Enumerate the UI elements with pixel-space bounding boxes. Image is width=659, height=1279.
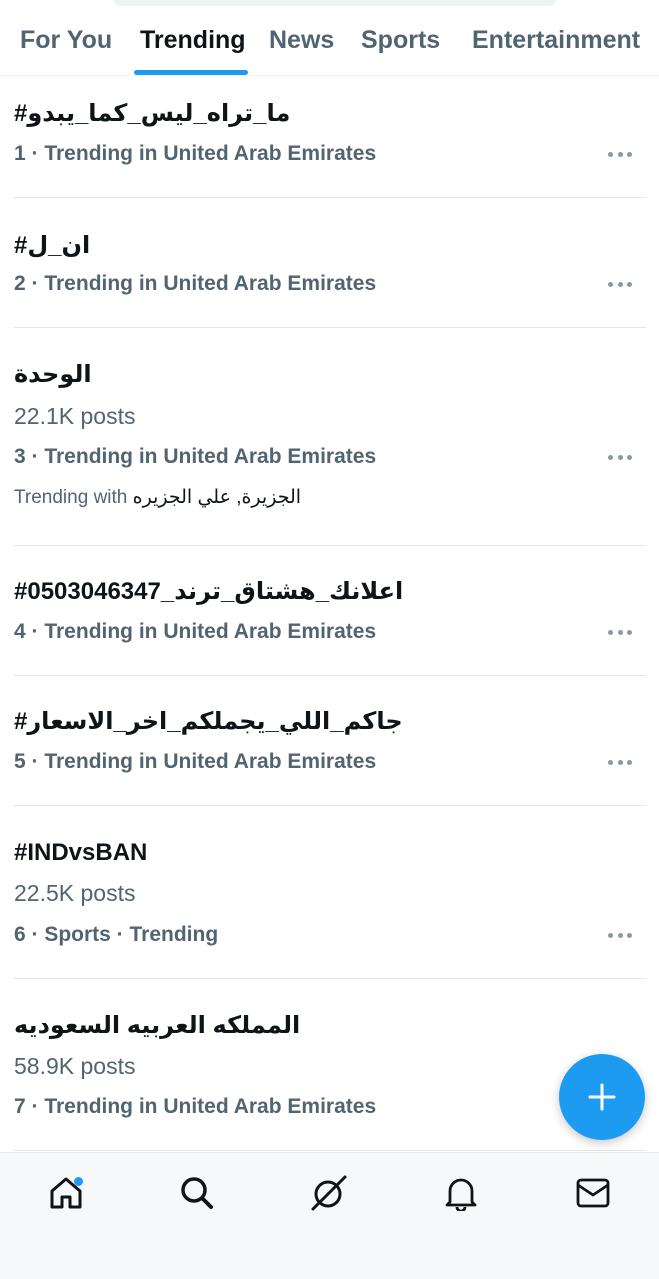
mail-icon: [576, 1178, 610, 1208]
trend-post-count: 22.5K posts: [14, 880, 136, 906]
more-options-icon[interactable]: [608, 451, 632, 463]
more-options-icon[interactable]: [608, 929, 632, 941]
trend-item[interactable]: #ان_ل 2 · Trending in United Arab Emirat…: [14, 198, 646, 328]
grok-icon: [311, 1175, 347, 1211]
active-tab-indicator: [134, 70, 248, 75]
trend-title: #اعلانك_هشتاق_ترند_0503046347: [14, 578, 404, 605]
nav-grok[interactable]: [299, 1171, 359, 1215]
tab-news[interactable]: News: [269, 26, 334, 55]
nav-home[interactable]: [36, 1171, 96, 1215]
trend-context: 2 · Trending in United Arab Emirates: [14, 272, 377, 295]
notification-dot: [74, 1177, 83, 1186]
more-options-icon[interactable]: [608, 148, 632, 160]
trend-title: المملكه العربيه السعوديه: [14, 1012, 301, 1039]
compose-button[interactable]: [559, 1054, 645, 1140]
explore-tabs: For You Trending News Sports Entertainme…: [0, 0, 659, 76]
trend-post-count: 22.1K posts: [14, 403, 136, 429]
more-options-icon[interactable]: [608, 278, 632, 290]
trending-with-names[interactable]: الجزيرة, علي الجزيره: [133, 487, 301, 508]
plus-icon: [588, 1083, 616, 1111]
search-icon: [181, 1177, 213, 1209]
trend-title: الوحدة: [14, 361, 92, 388]
trend-item[interactable]: #اعلانك_هشتاق_ترند_0503046347 4 · Trendi…: [14, 546, 646, 676]
nav-search[interactable]: [167, 1171, 227, 1215]
trend-item[interactable]: #جاكم_اللي_يجملكم_اخر_الاسعار 5 · Trendi…: [14, 676, 646, 806]
trend-title: #جاكم_اللي_يجملكم_اخر_الاسعار: [14, 708, 403, 735]
trend-title: #ما_تراه_ليس_كما_يبدو: [14, 100, 291, 127]
trending-with-label: Trending with: [14, 487, 128, 508]
nav-messages[interactable]: [563, 1171, 623, 1215]
trending-with: Trending with الجزيرة, علي الجزيره: [14, 486, 301, 509]
trend-item[interactable]: الوحدة 22.1K posts 3 · Trending in Unite…: [14, 328, 646, 546]
trend-item[interactable]: #ما_تراه_ليس_كما_يبدو 1 · Trending in Un…: [14, 77, 646, 198]
trend-item[interactable]: #INDvsBAN 22.5K posts 6 · Sports · Trend…: [14, 806, 646, 979]
tab-entertainment[interactable]: Entertainment: [472, 26, 640, 55]
tab-trending[interactable]: Trending: [140, 26, 246, 55]
trend-title: #INDvsBAN: [14, 839, 148, 866]
bottom-navigation: [0, 1152, 659, 1279]
tab-for-you[interactable]: For You: [20, 26, 112, 55]
tab-sports[interactable]: Sports: [361, 26, 440, 55]
trend-context: 3 · Trending in United Arab Emirates: [14, 445, 377, 468]
trend-post-count: 58.9K posts: [14, 1053, 136, 1079]
trend-title: #ان_ل: [14, 232, 91, 259]
trend-item[interactable]: المملكه العربيه السعوديه 58.9K posts 7 ·…: [14, 979, 646, 1151]
bell-icon: [445, 1178, 477, 1211]
trend-context: 6 · Sports · Trending: [14, 923, 219, 946]
trend-context: 4 · Trending in United Arab Emirates: [14, 620, 377, 643]
more-options-icon[interactable]: [608, 756, 632, 768]
trend-context: 5 · Trending in United Arab Emirates: [14, 750, 377, 773]
trend-context: 7 · Trending in United Arab Emirates: [14, 1095, 377, 1118]
more-options-icon[interactable]: [608, 626, 632, 638]
trend-context: 1 · Trending in United Arab Emirates: [14, 142, 377, 165]
nav-notifications[interactable]: [431, 1171, 491, 1215]
